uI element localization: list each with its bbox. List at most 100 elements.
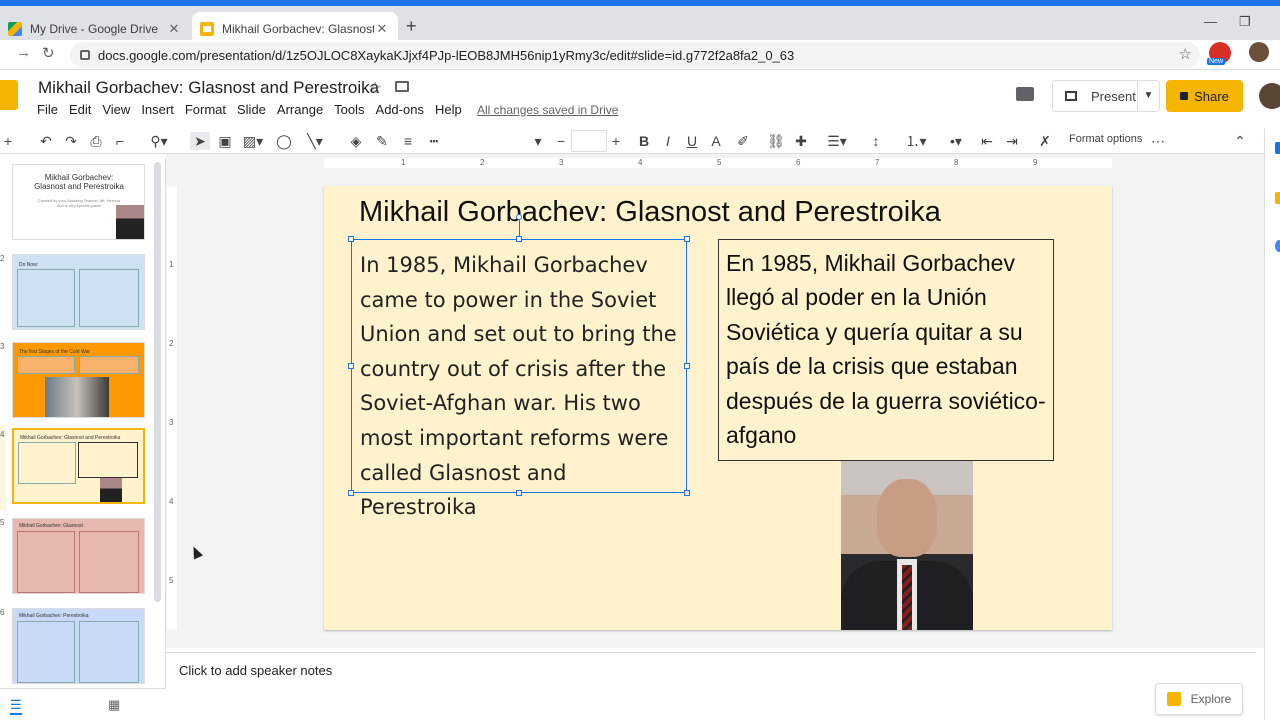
resize-handle[interactable] [516, 236, 522, 242]
collapse-toolbar-icon[interactable]: ⌃ [1232, 132, 1248, 150]
speaker-notes[interactable]: Click to add speaker notes [166, 652, 1256, 720]
text-color-button[interactable]: A [708, 132, 724, 150]
reload-icon[interactable]: ↻ [42, 44, 55, 62]
url-bar[interactable]: docs.google.com/presentation/d/1z5OJLOC8… [70, 42, 1200, 68]
slide-canvas[interactable]: Mikhail Gorbachev: Glasnost and Perestro… [324, 186, 1112, 630]
resize-handle[interactable] [684, 236, 690, 242]
filmstrip-view-icon[interactable]: ☰ [10, 697, 22, 715]
new-tab-icon[interactable]: + [406, 16, 417, 37]
print-icon[interactable]: ⎙ [88, 132, 104, 150]
select-cursor-icon[interactable]: ➤ [190, 132, 210, 150]
star-icon[interactable]: ☆ [368, 78, 382, 98]
slides-logo-icon[interactable] [0, 80, 18, 110]
document-title[interactable]: Mikhail Gorbachev: Glasnost and Perestro… [38, 78, 379, 98]
decrease-font-size-icon[interactable]: − [554, 132, 568, 150]
menu-help[interactable]: Help [435, 102, 462, 117]
font-size-input[interactable] [571, 130, 607, 152]
resize-handle[interactable] [684, 490, 690, 496]
zoom-icon[interactable]: ⚲▾ [145, 132, 173, 150]
close-tab-icon[interactable]: ✕ [374, 21, 390, 37]
fill-color-icon[interactable]: ◈ [346, 132, 366, 150]
spanish-text-box[interactable]: En 1985, Mikhail Gorbachev llegó al pode… [718, 239, 1054, 461]
tasks-icon[interactable] [1275, 240, 1280, 252]
border-color-icon[interactable]: ✎ [372, 132, 392, 150]
slide-thumbnail-1[interactable]: Mikhail Gorbachev: Glasnost and Perestro… [12, 164, 145, 240]
photo-face [877, 479, 937, 557]
slide-thumbnail-6[interactable]: Mikhail Gorbachev: Perestroika [12, 608, 145, 684]
ruler-label: 6 [796, 158, 801, 167]
english-text-box[interactable]: In 1985, Mikhail Gorbachev came to power… [351, 239, 687, 519]
menu-arrange[interactable]: Arrange [277, 102, 323, 117]
minimize-icon[interactable]: — [1204, 14, 1217, 29]
bookmark-star-icon[interactable]: ☆ [1179, 45, 1192, 63]
restore-icon[interactable]: ❐ [1239, 14, 1251, 30]
insert-image-icon[interactable]: ▨▾ [240, 132, 266, 150]
browser-profile-avatar[interactable] [1249, 42, 1269, 62]
close-tab-icon[interactable]: ✕ [166, 21, 182, 37]
bold-button[interactable]: B [636, 132, 652, 150]
align-icon[interactable]: ☰▾ [822, 132, 852, 150]
resize-handle[interactable] [348, 490, 354, 496]
ruler-label: 2 [169, 339, 174, 348]
comment-icon[interactable]: ✚ [792, 132, 810, 150]
line-icon[interactable]: ╲▾ [300, 132, 330, 150]
slide-thumbnail-2[interactable]: Do Now: [12, 254, 145, 330]
text-box-icon[interactable]: ▣ [216, 132, 234, 150]
grid-view-icon[interactable]: ▦ [108, 697, 120, 713]
line-spacing-icon[interactable]: ↕ [866, 132, 886, 150]
more-options-icon[interactable]: ⋯ [1150, 132, 1166, 150]
italic-button[interactable]: I [660, 132, 676, 150]
slide-thumbnail-3[interactable]: The first Stages of the Cold War [12, 342, 145, 418]
comment-history-icon[interactable] [1016, 87, 1034, 101]
present-dropdown-icon[interactable]: ▼ [1137, 81, 1159, 111]
shape-icon[interactable]: ◯ [274, 132, 294, 150]
keep-icon[interactable] [1275, 192, 1280, 204]
menu-view[interactable]: View [102, 102, 130, 117]
redo-icon[interactable]: ↷ [63, 132, 79, 150]
border-weight-icon[interactable]: ≡ [398, 132, 418, 150]
menu-format[interactable]: Format [185, 102, 226, 117]
menu-tools[interactable]: Tools [334, 102, 364, 117]
menu-slide[interactable]: Slide [237, 102, 266, 117]
menu-insert[interactable]: Insert [141, 102, 174, 117]
forward-icon[interactable]: → [16, 44, 31, 61]
resize-handle[interactable] [516, 490, 522, 496]
explore-label: Explore [1190, 692, 1232, 706]
underline-button[interactable]: U [684, 132, 700, 150]
slide-title[interactable]: Mikhail Gorbachev: Glasnost and Perestro… [359, 196, 941, 229]
menu-edit[interactable]: Edit [69, 102, 91, 117]
undo-icon[interactable]: ↶ [38, 132, 54, 150]
explore-button[interactable]: Explore [1155, 683, 1243, 715]
font-dropdown-icon[interactable]: ▾ [530, 132, 546, 150]
thumb-textbox [17, 356, 75, 374]
gorbachev-photo[interactable] [841, 461, 973, 630]
paint-format-icon[interactable]: ⌐ [112, 132, 128, 150]
resize-handle[interactable] [348, 363, 354, 369]
resize-handle[interactable] [348, 236, 354, 242]
border-dash-icon[interactable]: ┅ [424, 132, 444, 150]
present-button[interactable]: Present ▼ [1052, 80, 1160, 112]
save-status[interactable]: All changes saved in Drive [477, 103, 618, 117]
slide-thumbnail-4[interactable]: Mikhail Gorbachev: Glasnost and Perestro… [12, 428, 145, 504]
clear-formatting-icon[interactable]: ✗ [1036, 132, 1054, 150]
highlight-color-icon[interactable]: ✐ [734, 132, 752, 150]
ruler-label: 1 [401, 158, 406, 167]
link-icon[interactable]: ⛓ [766, 132, 786, 150]
menu-add-ons[interactable]: Add-ons [376, 102, 424, 117]
move-folder-icon[interactable] [395, 81, 409, 92]
filmstrip-scrollbar[interactable] [154, 162, 161, 602]
slide-thumbnail-5[interactable]: Mikhail Gorbachev: Glasnost [12, 518, 145, 594]
decrease-indent-icon[interactable]: ⇤ [978, 132, 996, 150]
increase-font-size-icon[interactable]: + [609, 132, 623, 150]
account-avatar[interactable] [1259, 83, 1280, 109]
calendar-icon[interactable] [1275, 142, 1280, 154]
numbered-list-icon[interactable]: ⒈▾ [900, 132, 932, 150]
speaker-notes-placeholder[interactable]: Click to add speaker notes [179, 663, 332, 678]
menu-file[interactable]: File [37, 102, 58, 117]
new-slide-icon[interactable]: + [2, 132, 14, 150]
format-options-button[interactable]: Format options [1069, 133, 1142, 145]
share-button[interactable]: Share [1166, 80, 1243, 112]
resize-handle[interactable] [684, 363, 690, 369]
increase-indent-icon[interactable]: ⇥ [1003, 132, 1021, 150]
bulleted-list-icon[interactable]: •▾ [940, 132, 972, 150]
